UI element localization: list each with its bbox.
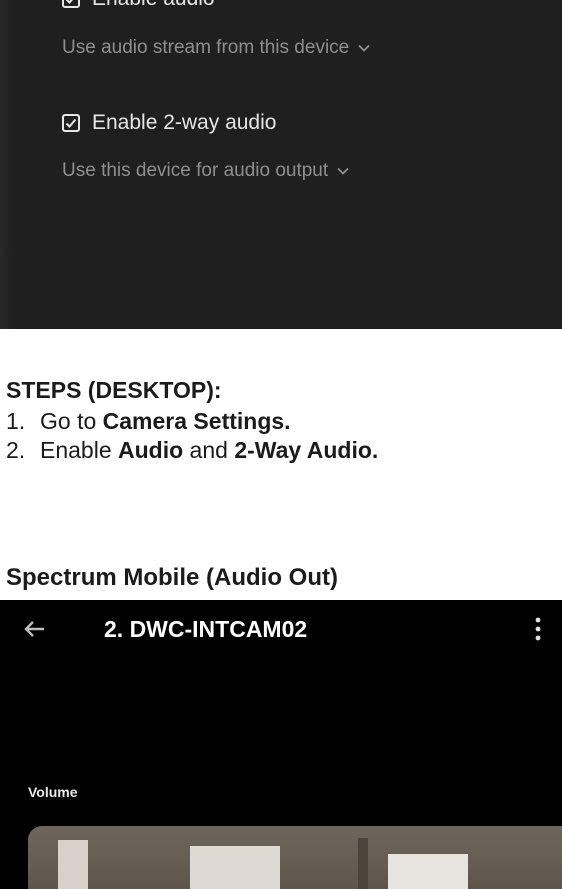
enable-2way-audio-label: Enable 2-way audio [92,111,277,134]
step-number: 2. [6,437,26,463]
step-text: Go to [40,408,103,434]
enable-audio-checkbox-row[interactable]: Enable audio [62,0,215,11]
app-bar: 2. DWC-INTCAM02 [0,600,562,660]
chevron-down-icon [357,41,371,55]
step-item: 2. Enable Audio and 2-Way Audio. [6,437,378,464]
step-item: 1. Go to Camera Settings. [6,408,291,435]
step-bold: 2-Way Audio. [234,437,379,463]
steps-title: STEPS (DESKTOP): [6,377,222,403]
enable-audio-label: Enable audio [92,0,215,11]
audio-source-dropdown[interactable]: Use audio stream from this device [62,37,371,59]
audio-output-value: Use this device for audio output [62,160,329,181]
feed-wall-shape [58,840,88,889]
mobile-section-title: Spectrum Mobile (Audio Out) [6,564,338,591]
chevron-down-icon [336,164,350,178]
checkbox-checked-icon[interactable] [62,0,80,8]
camera-title: 2. DWC-INTCAM02 [104,616,308,642]
feed-door-shape [388,854,468,889]
panel-edge-shade [0,0,14,329]
audio-source-value: Use audio stream from this device [62,37,350,58]
camera-settings-panel: Enable audio Use audio stream from this … [0,0,562,329]
checkbox-checked-icon[interactable] [62,114,80,132]
step-number: 1. [6,408,26,434]
feed-dark-frame [358,838,368,889]
step-bold: Audio [118,437,184,463]
mobile-app-screenshot: 2. DWC-INTCAM02 Volume [0,600,562,889]
step-bold: Camera Settings. [102,408,291,434]
more-vertical-icon[interactable] [532,614,544,644]
audio-output-dropdown[interactable]: Use this device for audio output [62,160,350,182]
step-text: Enable [40,437,119,463]
camera-live-feed[interactable] [28,826,562,889]
feed-window-shape [190,846,280,889]
enable-2way-audio-checkbox-row[interactable]: Enable 2-way audio [62,111,276,135]
volume-label: Volume [28,784,78,800]
step-text: and [183,437,235,463]
back-arrow-icon[interactable] [22,616,48,642]
